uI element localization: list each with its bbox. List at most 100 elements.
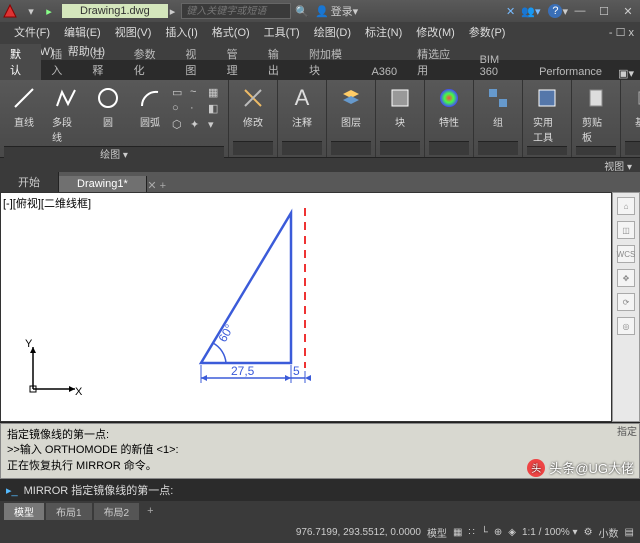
search-input[interactable] xyxy=(181,3,291,19)
tab-addon[interactable]: 附加模块 xyxy=(299,44,361,80)
arc-button[interactable]: 圆弧 xyxy=(130,82,170,131)
document-name: Drawing1.dwg xyxy=(62,4,168,18)
circle-button[interactable]: 圆 xyxy=(88,82,128,131)
more2-icon[interactable]: ✦ xyxy=(190,118,206,132)
block-button[interactable]: 块 xyxy=(380,82,420,131)
cmd-line2: >>输入 ORTHOMODE 的新值 <1>: xyxy=(7,443,633,458)
menu-edit[interactable]: 编辑(E) xyxy=(64,24,101,40)
view-label[interactable]: [-][俯视][二维线框] xyxy=(3,195,91,211)
menu-file[interactable]: 文件(F) xyxy=(14,24,50,40)
more1-icon[interactable]: ⬡ xyxy=(172,118,188,132)
clipboard-button[interactable]: 剪贴板 xyxy=(576,82,616,146)
qat-arrow-icon[interactable]: ▸ xyxy=(42,4,56,18)
menu-close-icon[interactable]: - ☐ x xyxy=(609,26,634,39)
spline-icon[interactable]: ~ xyxy=(190,86,206,100)
group-button[interactable]: 组 xyxy=(478,82,518,131)
menu-format[interactable]: 格式(O) xyxy=(212,24,250,40)
nav-cube-icon[interactable]: ◫ xyxy=(617,221,635,239)
drawing-canvas[interactable]: [-][俯视][二维线框] 60° 27,5 5 X xyxy=(0,192,612,422)
exchange-icon[interactable]: ✕ xyxy=(506,5,515,18)
ucs-icon: X Y xyxy=(25,337,85,397)
tab-view[interactable]: 视图 xyxy=(175,44,216,80)
scale-readout[interactable]: 1:1 / 100% ▾ xyxy=(522,527,578,538)
new-tab-button[interactable]: ✕ + xyxy=(147,179,167,192)
more3-icon[interactable]: ▾ xyxy=(208,118,224,132)
annotate-button[interactable]: A注释 xyxy=(282,82,322,131)
menu-view[interactable]: 视图(V) xyxy=(115,24,152,40)
history-side: 指定 xyxy=(617,426,637,440)
point-icon[interactable]: · xyxy=(190,102,206,116)
nav-pan-icon[interactable]: ✥ xyxy=(617,269,635,287)
datum-button[interactable]: 基点 xyxy=(625,82,640,131)
svg-text:X: X xyxy=(75,386,83,397)
tab-annotate[interactable]: 注释 xyxy=(82,44,123,80)
ribbon-hide-icon[interactable]: ▣▾ xyxy=(612,67,640,80)
hatch-icon[interactable]: ▦ xyxy=(208,86,224,100)
login-link[interactable]: 登录 xyxy=(331,3,353,19)
gear-icon[interactable]: ⚙ xyxy=(584,527,593,538)
region-icon[interactable]: ◧ xyxy=(208,102,224,116)
cloud-icon[interactable]: 👥▾ xyxy=(521,5,540,18)
tab-default[interactable]: 默认 xyxy=(0,44,41,80)
circle-label: 圆 xyxy=(103,114,113,129)
property-button[interactable]: 特性 xyxy=(429,82,469,131)
grid-icon[interactable]: ▦ xyxy=(453,527,462,538)
angle-label: 60° xyxy=(215,322,236,345)
osnap-icon[interactable]: ◈ xyxy=(508,527,516,538)
panel-draw-footer[interactable]: 绘图 ▾ xyxy=(4,146,224,160)
doc-dropdown-icon[interactable]: ▸ xyxy=(170,5,176,18)
menu-tools[interactable]: 工具(T) xyxy=(264,24,300,40)
tab-insert[interactable]: 插入 xyxy=(41,44,82,80)
help-icon[interactable]: ? xyxy=(548,4,562,18)
nav-wcs[interactable]: WCS xyxy=(617,245,635,263)
ellipse-icon[interactable]: ○ xyxy=(172,102,188,116)
app-icon[interactable] xyxy=(0,3,20,19)
status-more-icon[interactable]: ▤ xyxy=(625,527,634,538)
panel-view-footer[interactable]: 视图 ▾ xyxy=(604,162,632,173)
tab-manage[interactable]: 管理 xyxy=(217,44,258,80)
menu-modify[interactable]: 修改(M) xyxy=(416,24,455,40)
layout-model[interactable]: 模型 xyxy=(4,503,44,520)
utility-button[interactable]: 实用工具 xyxy=(527,82,567,146)
ortho-icon[interactable]: └ xyxy=(481,527,488,538)
nav-orbit-icon[interactable]: ⟳ xyxy=(617,293,635,311)
cmd-icon[interactable]: ▸_ xyxy=(6,484,18,497)
layout-2[interactable]: 布局2 xyxy=(94,503,140,520)
search-icon[interactable]: 🔍 xyxy=(295,5,309,18)
minimize-button[interactable]: — xyxy=(568,3,592,19)
menu-annotate[interactable]: 标注(N) xyxy=(365,24,402,40)
tab-output[interactable]: 输出 xyxy=(258,44,299,80)
maximize-button[interactable]: ☐ xyxy=(592,3,616,19)
tab-param[interactable]: 参数化 xyxy=(124,44,176,80)
layout-1[interactable]: 布局1 xyxy=(46,503,92,520)
nav-home-icon[interactable]: ⌂ xyxy=(617,197,635,215)
tab-bim[interactable]: BIM 360 xyxy=(470,52,530,80)
line-button[interactable]: 直线 xyxy=(4,82,44,131)
rect-icon[interactable]: ▭ xyxy=(172,86,188,100)
polyline-button[interactable]: 多段线 xyxy=(46,82,86,146)
polar-icon[interactable]: ⊕ xyxy=(494,527,502,538)
property-label: 特性 xyxy=(439,114,459,129)
menu-draw[interactable]: 绘图(D) xyxy=(314,24,351,40)
snap-icon[interactable]: ∷ xyxy=(468,527,474,538)
layout-add-icon[interactable]: + xyxy=(141,505,159,517)
tab-a360[interactable]: A360 xyxy=(361,64,407,80)
menu-param[interactable]: 参数(P) xyxy=(469,24,506,40)
tab-featured[interactable]: 精选应用 xyxy=(407,44,469,80)
layer-button[interactable]: 图层 xyxy=(331,82,371,131)
annotate-label: 注释 xyxy=(292,114,312,129)
tab-perf[interactable]: Performance xyxy=(529,64,612,80)
close-button[interactable]: ✕ xyxy=(616,3,640,19)
tab-drawing1[interactable]: Drawing1* xyxy=(59,176,147,192)
datum-label: 基点 xyxy=(635,114,640,129)
login-dropdown-icon[interactable]: ▾ xyxy=(353,5,359,18)
tab-start[interactable]: 开始 xyxy=(0,172,59,192)
qat-dropdown-icon[interactable]: ▾ xyxy=(24,4,38,18)
dim1-label: 27,5 xyxy=(231,364,255,378)
nav-wheel-icon[interactable]: ◎ xyxy=(617,317,635,335)
user-icon[interactable]: 👤 xyxy=(315,5,329,18)
cmd-prompt[interactable]: MIRROR 指定镜像线的第一点: xyxy=(24,482,174,498)
menu-insert[interactable]: 插入(I) xyxy=(165,24,197,40)
coord-readout: 976.7199, 293.5512, 0.0000 xyxy=(296,527,421,538)
modify-button[interactable]: 修改 xyxy=(233,82,273,131)
